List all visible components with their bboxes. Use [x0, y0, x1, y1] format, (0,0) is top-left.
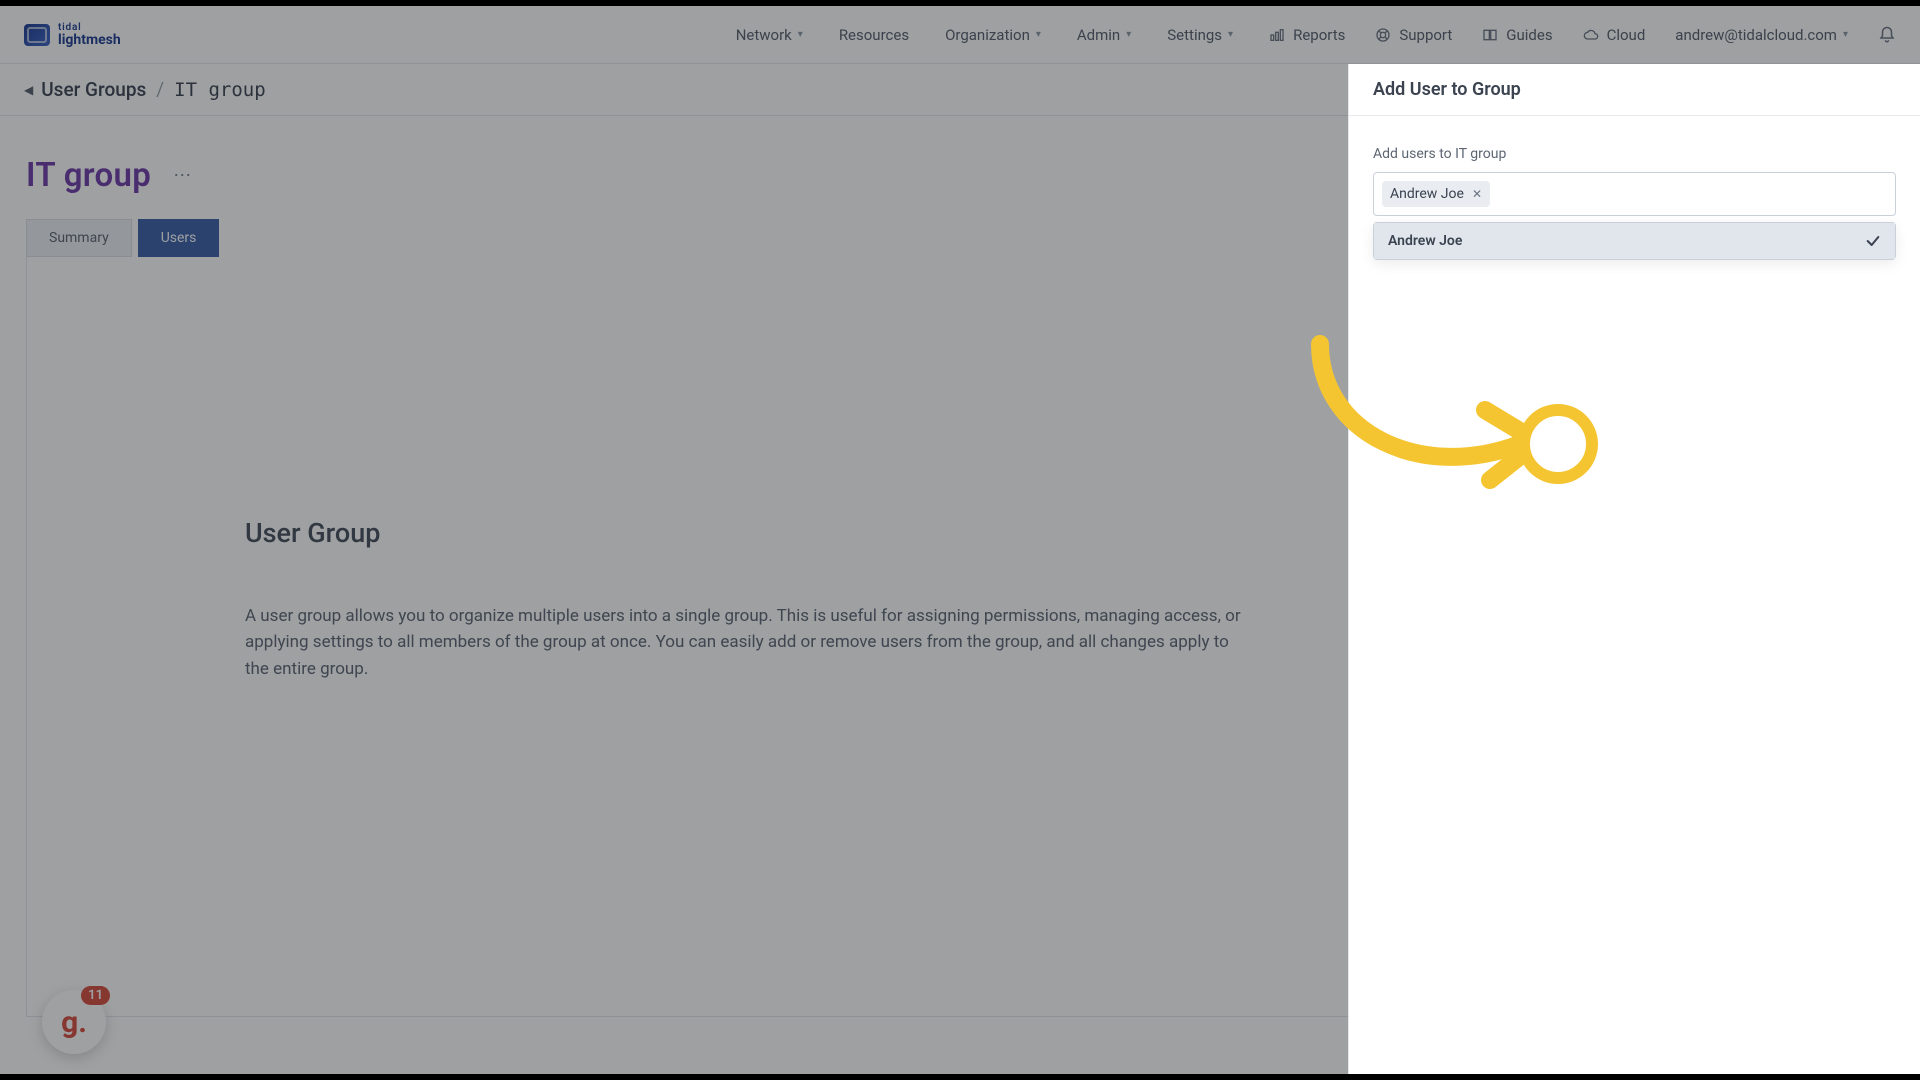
option-label: Andrew Joe — [1388, 233, 1462, 249]
sidepanel-title: Add User to Group — [1349, 64, 1920, 116]
chip-label: Andrew Joe — [1390, 186, 1464, 202]
dropdown-option[interactable]: Andrew Joe — [1374, 223, 1895, 259]
user-dropdown: Andrew Joe — [1373, 222, 1896, 260]
add-user-sidepanel: Add User to Group Add users to IT group … — [1348, 64, 1920, 1074]
selected-user-chip: Andrew Joe ✕ — [1382, 181, 1490, 207]
check-icon — [1865, 233, 1881, 249]
sidepanel-body: Add users to IT group Andrew Joe ✕ Andre… — [1349, 116, 1920, 290]
field-label: Add users to IT group — [1373, 146, 1896, 162]
user-multiselect[interactable]: Andrew Joe ✕ — [1373, 172, 1896, 216]
user-search-input[interactable] — [1496, 182, 1887, 206]
chip-remove-icon[interactable]: ✕ — [1472, 187, 1482, 201]
